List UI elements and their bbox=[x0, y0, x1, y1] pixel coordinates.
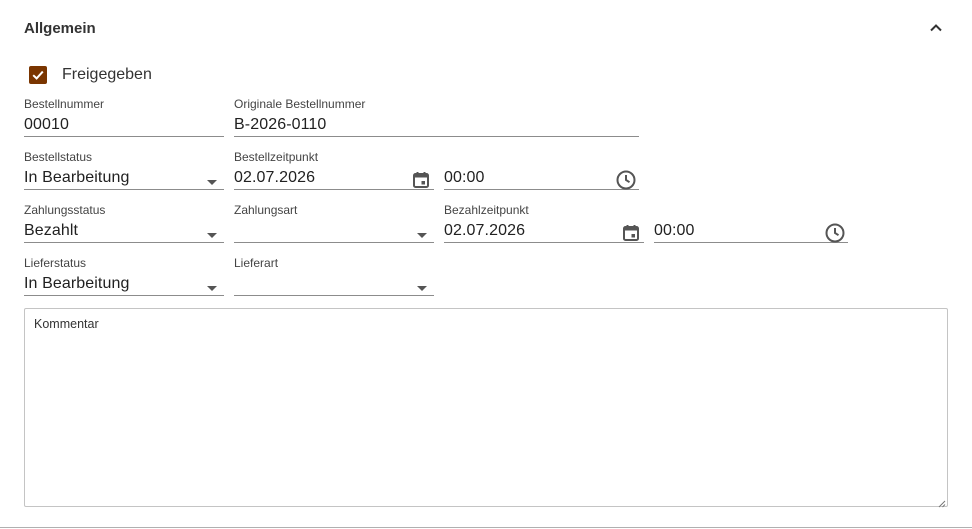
order-number-value: 00010 bbox=[24, 116, 69, 133]
clock-icon[interactable] bbox=[615, 169, 637, 191]
payment-time-value: 00:00 bbox=[654, 222, 695, 239]
caret-down-icon[interactable] bbox=[207, 180, 217, 185]
payment-status-label: Zahlungsstatus bbox=[24, 203, 106, 217]
order-number-field[interactable]: Bestellnummer 00010 bbox=[24, 97, 224, 137]
order-status-label: Bestellstatus bbox=[24, 150, 93, 164]
calendar-icon[interactable] bbox=[410, 169, 432, 191]
order-status-select[interactable]: Bestellstatus In Bearbeitung bbox=[24, 150, 224, 190]
order-status-value: In Bearbeitung bbox=[24, 169, 130, 186]
released-checkbox-label: Freigegeben bbox=[62, 66, 152, 83]
payment-date-field[interactable]: Bezahlzeitpunkt 02.07.2026 bbox=[444, 203, 644, 243]
payment-status-value: Bezahlt bbox=[24, 222, 79, 239]
caret-down-icon[interactable] bbox=[417, 286, 427, 291]
calendar-icon[interactable] bbox=[620, 222, 642, 244]
clock-icon[interactable] bbox=[824, 222, 846, 244]
check-icon bbox=[32, 70, 44, 80]
original-order-number-value: B-2026-0110 bbox=[234, 116, 327, 133]
order-date-field[interactable]: Bestellzeitpunkt 02.07.2026 bbox=[234, 150, 434, 190]
delivery-method-label: Lieferart bbox=[234, 256, 279, 270]
order-time-field[interactable]: 00:00 bbox=[444, 150, 639, 190]
order-date-value: 02.07.2026 bbox=[234, 169, 316, 186]
bottom-divider bbox=[0, 527, 972, 528]
comment-label: Kommentar bbox=[34, 317, 99, 331]
original-order-number-field[interactable]: Originale Bestellnummer B-2026-0110 bbox=[234, 97, 639, 137]
comment-textarea[interactable]: Kommentar bbox=[24, 308, 948, 508]
payment-time-field[interactable]: 00:00 bbox=[654, 203, 848, 243]
order-number-label: Bestellnummer bbox=[24, 97, 105, 111]
caret-down-icon[interactable] bbox=[417, 233, 427, 238]
delivery-method-select[interactable]: Lieferart bbox=[234, 256, 434, 296]
payment-time-label: Bezahlzeitpunkt bbox=[444, 203, 529, 217]
resize-handle-icon[interactable] bbox=[936, 495, 946, 508]
released-checkbox[interactable] bbox=[29, 66, 47, 84]
section-title: Allgemein bbox=[24, 20, 96, 37]
payment-status-select[interactable]: Zahlungsstatus Bezahlt bbox=[24, 203, 224, 243]
delivery-status-value: In Bearbeitung bbox=[24, 275, 130, 292]
released-checkbox-row: Freigegeben bbox=[29, 64, 152, 86]
section-header: Allgemein bbox=[24, 14, 948, 44]
payment-method-select[interactable]: Zahlungsart bbox=[234, 203, 434, 243]
original-order-number-label: Originale Bestellnummer bbox=[234, 97, 366, 111]
order-time-label: Bestellzeitpunkt bbox=[234, 150, 319, 164]
caret-down-icon[interactable] bbox=[207, 286, 217, 291]
caret-down-icon[interactable] bbox=[207, 233, 217, 238]
order-time-value: 00:00 bbox=[444, 169, 485, 186]
payment-date-value: 02.07.2026 bbox=[444, 222, 526, 239]
chevron-up-icon[interactable] bbox=[926, 18, 946, 38]
payment-method-label: Zahlungsart bbox=[234, 203, 298, 217]
delivery-status-select[interactable]: Lieferstatus In Bearbeitung bbox=[24, 256, 224, 296]
delivery-status-label: Lieferstatus bbox=[24, 256, 87, 270]
